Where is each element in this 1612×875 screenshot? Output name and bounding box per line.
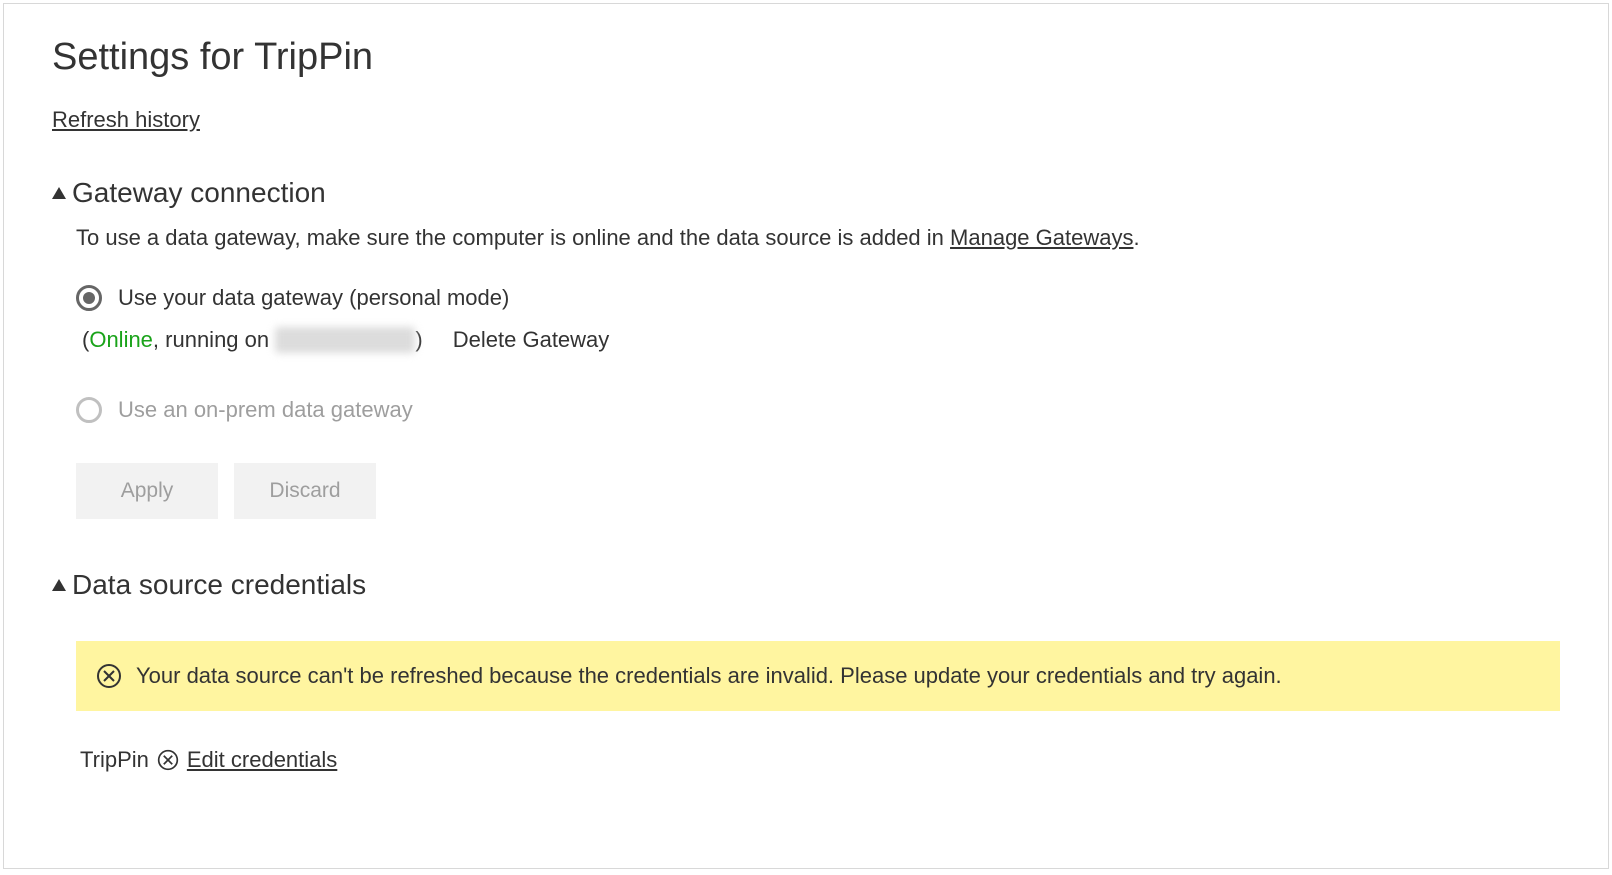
credentials-alert: Your data source can't be refreshed beca… — [76, 641, 1560, 711]
gateway-description-text: To use a data gateway, make sure the com… — [76, 225, 950, 250]
edit-credentials-link[interactable]: Edit credentials — [187, 747, 337, 773]
radio-personal-label: Use your data gateway (personal mode) — [118, 285, 509, 311]
credentials-section-toggle[interactable]: Data source credentials — [52, 569, 1560, 601]
page-title: Settings for TripPin — [52, 36, 1560, 79]
credentials-alert-text: Your data source can't be refreshed beca… — [136, 663, 1282, 689]
gateway-section-toggle[interactable]: Gateway connection — [52, 177, 1560, 209]
error-circle-x-icon — [157, 749, 179, 771]
gateway-description-suffix: . — [1133, 225, 1139, 250]
manage-gateways-link[interactable]: Manage Gateways — [950, 225, 1133, 250]
radio-selected-icon — [76, 285, 102, 311]
radio-personal-mode-row[interactable]: Use your data gateway (personal mode) — [76, 285, 1560, 311]
status-online-text: Online — [89, 327, 153, 352]
gateway-button-row: Apply Discard — [76, 463, 1560, 519]
status-close-paren: ) — [415, 327, 422, 352]
radio-onprem-label: Use an on-prem data gateway — [118, 397, 413, 423]
radio-onprem-row: Use an on-prem data gateway — [76, 397, 1560, 423]
credentials-source-row: TripPin Edit credentials — [76, 747, 1560, 773]
status-machine-redacted: XXXXXXXXX — [275, 327, 415, 353]
settings-panel: Settings for TripPin Refresh history Gat… — [3, 3, 1609, 869]
refresh-history-link[interactable]: Refresh history — [52, 107, 200, 133]
credentials-section: Data source credentials Your data source… — [52, 569, 1560, 773]
status-running-text: , running on — [153, 327, 275, 352]
radio-unselected-icon — [76, 397, 102, 423]
credentials-section-title: Data source credentials — [72, 569, 366, 601]
apply-button[interactable]: Apply — [76, 463, 218, 519]
gateway-connection-section: Gateway connection To use a data gateway… — [52, 177, 1560, 519]
gateway-section-body: To use a data gateway, make sure the com… — [52, 225, 1560, 519]
gateway-description: To use a data gateway, make sure the com… — [76, 225, 1560, 251]
gateway-status-line: (Online, running on XXXXXXXXX) Delete Ga… — [82, 327, 1560, 353]
error-circle-x-icon — [96, 663, 122, 689]
delete-gateway-link[interactable]: Delete Gateway — [453, 327, 610, 352]
gateway-section-title: Gateway connection — [72, 177, 326, 209]
discard-button[interactable]: Discard — [234, 463, 376, 519]
credentials-source-name: TripPin — [80, 747, 149, 773]
caret-up-icon — [52, 579, 66, 591]
credentials-section-body: Your data source can't be refreshed beca… — [52, 641, 1560, 773]
caret-up-icon — [52, 187, 66, 199]
